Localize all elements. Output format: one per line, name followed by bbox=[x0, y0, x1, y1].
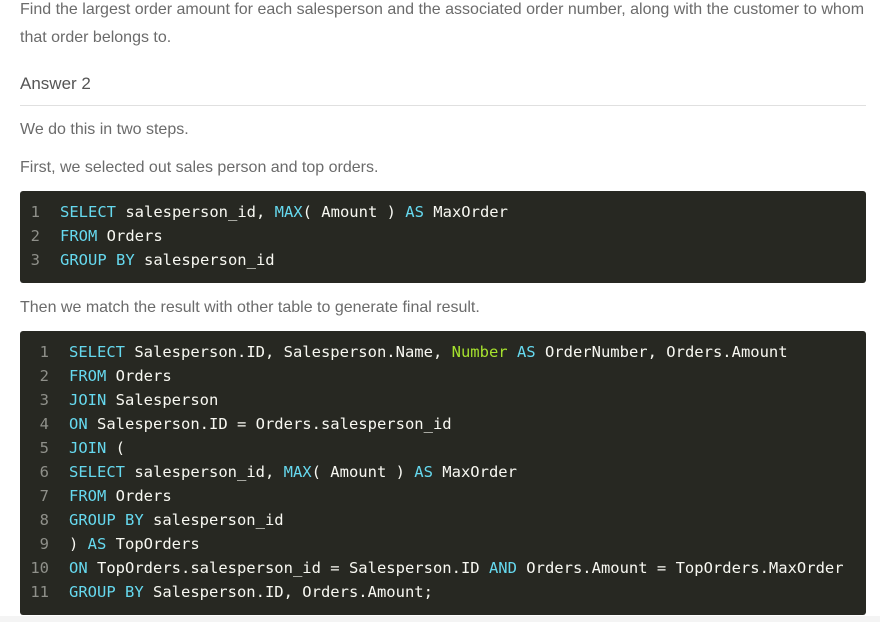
code-keyword: AS bbox=[414, 463, 433, 481]
line-number: 9 bbox=[39, 535, 49, 553]
code-text: GROUP BY Salesperson.ID, Orders.Amount; bbox=[69, 580, 433, 604]
code-text: SELECT salesperson_id, MAX( Amount ) AS … bbox=[69, 460, 517, 484]
step-intro-text: We do this in two steps. bbox=[20, 121, 189, 138]
code-token: Salesperson.ID, Salesperson.Name, bbox=[125, 343, 452, 361]
code-text: FROM Orders bbox=[60, 224, 163, 248]
code-token: Salesperson.ID = Orders.salesperson_id bbox=[87, 415, 452, 433]
line-number: 1 bbox=[39, 343, 49, 361]
code-line: 1 SELECT salesperson_id, MAX( Amount ) AS… bbox=[20, 200, 866, 224]
code-token: Orders bbox=[97, 227, 163, 245]
code-token: salesperson_id bbox=[134, 251, 275, 269]
code-token: ( Amount ) bbox=[302, 203, 406, 221]
code-line: 5 JOIN ( bbox=[20, 436, 866, 460]
code-token: TopOrders.salesperson_id = Salesperson.I… bbox=[87, 559, 489, 577]
question-text: Find the largest order amount for each s… bbox=[20, 1, 865, 46]
code-token: ( Amount ) bbox=[311, 463, 415, 481]
code-text: ON TopOrders.salesperson_id = Salesperso… bbox=[69, 556, 844, 580]
code-token: ( bbox=[106, 439, 125, 457]
code-token: salesperson_id bbox=[143, 511, 284, 529]
code-token: MaxOrder bbox=[423, 203, 508, 221]
code-keyword: MAX bbox=[283, 463, 312, 481]
code-keyword: AS bbox=[405, 203, 424, 221]
code-text: ON Salesperson.ID = Orders.salesperson_i… bbox=[69, 412, 452, 436]
code-keyword: SELECT bbox=[69, 343, 125, 361]
code-text: JOIN ( bbox=[69, 436, 125, 460]
code-keyword: GROUP BY bbox=[69, 511, 144, 529]
code-token: Salesperson bbox=[106, 391, 219, 409]
code-line: 3 GROUP BY salesperson_id bbox=[20, 248, 866, 272]
answer-heading: Answer 2 bbox=[20, 72, 866, 106]
code-block-step1[interactable]: 1 SELECT salesperson_id, MAX( Amount ) AS… bbox=[20, 191, 866, 283]
code-keyword: MAX bbox=[274, 203, 303, 221]
code-keyword: JOIN bbox=[69, 391, 107, 409]
code-token: Orders.Amount = TopOrders.MaxOrder bbox=[516, 559, 844, 577]
code-keyword: ON bbox=[69, 415, 88, 433]
code-text: ) AS TopOrders bbox=[69, 532, 200, 556]
code-text: FROM Orders bbox=[69, 484, 172, 508]
code-token: Salesperson.ID, Orders.Amount; bbox=[143, 583, 433, 601]
code-token: MaxOrder bbox=[432, 463, 517, 481]
code-line: 11 GROUP BY Salesperson.ID, Orders.Amount… bbox=[20, 580, 866, 604]
code-token: Orders bbox=[106, 487, 172, 505]
line-number: 2 bbox=[30, 227, 40, 245]
code-text: FROM Orders bbox=[69, 364, 172, 388]
line-number: 2 bbox=[39, 367, 49, 385]
line-number: 8 bbox=[39, 511, 49, 529]
code-text: SELECT Salesperson.ID, Salesperson.Name,… bbox=[69, 340, 788, 364]
code-keyword: GROUP BY bbox=[60, 251, 135, 269]
code-keyword: AND bbox=[488, 559, 517, 577]
code-token: salesperson_id, bbox=[125, 463, 284, 481]
code-keyword: FROM bbox=[69, 367, 107, 385]
code-line: 2 FROM Orders bbox=[20, 224, 866, 248]
code-block-step2[interactable]: 1 SELECT Salesperson.ID, Salesperson.Name… bbox=[20, 331, 866, 615]
page-bottom-divider bbox=[0, 616, 880, 622]
code-line: 7 FROM Orders bbox=[20, 484, 866, 508]
line-number: 11 bbox=[30, 583, 49, 601]
line-number: 1 bbox=[30, 203, 40, 221]
code-line: 3 JOIN Salesperson bbox=[20, 388, 866, 412]
code-line: 8 GROUP BY salesperson_id bbox=[20, 508, 866, 532]
line-number: 3 bbox=[30, 251, 40, 269]
code-keyword: SELECT bbox=[60, 203, 116, 221]
code-text: GROUP BY salesperson_id bbox=[69, 508, 284, 532]
code-keyword: SELECT bbox=[69, 463, 125, 481]
line-number: 5 bbox=[39, 439, 49, 457]
code-line: 10 ON TopOrders.salesperson_id = Salesper… bbox=[20, 556, 866, 580]
code-keyword: FROM bbox=[60, 227, 98, 245]
code-keyword: FROM bbox=[69, 487, 107, 505]
code-line: 9) AS TopOrders bbox=[20, 532, 866, 556]
code-text: JOIN Salesperson bbox=[69, 388, 218, 412]
code-line: 4 ON Salesperson.ID = Orders.salesperson_… bbox=[20, 412, 866, 436]
line-number: 3 bbox=[39, 391, 49, 409]
code-keyword: JOIN bbox=[69, 439, 107, 457]
code-token: OrderNumber, Orders.Amount bbox=[535, 343, 788, 361]
line-number: 4 bbox=[39, 415, 49, 433]
code-token: salesperson_id, bbox=[116, 203, 275, 221]
step1-text: First, we selected out sales person and … bbox=[20, 159, 379, 176]
line-number: 7 bbox=[39, 487, 49, 505]
code-keyword: Number bbox=[451, 343, 508, 361]
line-number: 10 bbox=[30, 559, 49, 577]
code-text: SELECT salesperson_id, MAX( Amount ) AS … bbox=[60, 200, 508, 224]
code-token: TopOrders bbox=[106, 535, 200, 553]
code-line: 2 FROM Orders bbox=[20, 364, 866, 388]
code-token: Orders bbox=[106, 367, 172, 385]
code-token: ) bbox=[69, 535, 88, 553]
code-text: GROUP BY salesperson_id bbox=[60, 248, 275, 272]
code-keyword: GROUP BY bbox=[69, 583, 144, 601]
code-line: 6 SELECT salesperson_id, MAX( Amount ) AS… bbox=[20, 460, 866, 484]
code-keyword: AS bbox=[87, 535, 107, 553]
code-line: 1 SELECT Salesperson.ID, Salesperson.Name… bbox=[20, 340, 866, 364]
step2-text: Then we match the result with other tabl… bbox=[20, 299, 480, 316]
line-number: 6 bbox=[39, 463, 49, 481]
code-keyword: AS bbox=[516, 343, 536, 361]
code-keyword: ON bbox=[69, 559, 88, 577]
